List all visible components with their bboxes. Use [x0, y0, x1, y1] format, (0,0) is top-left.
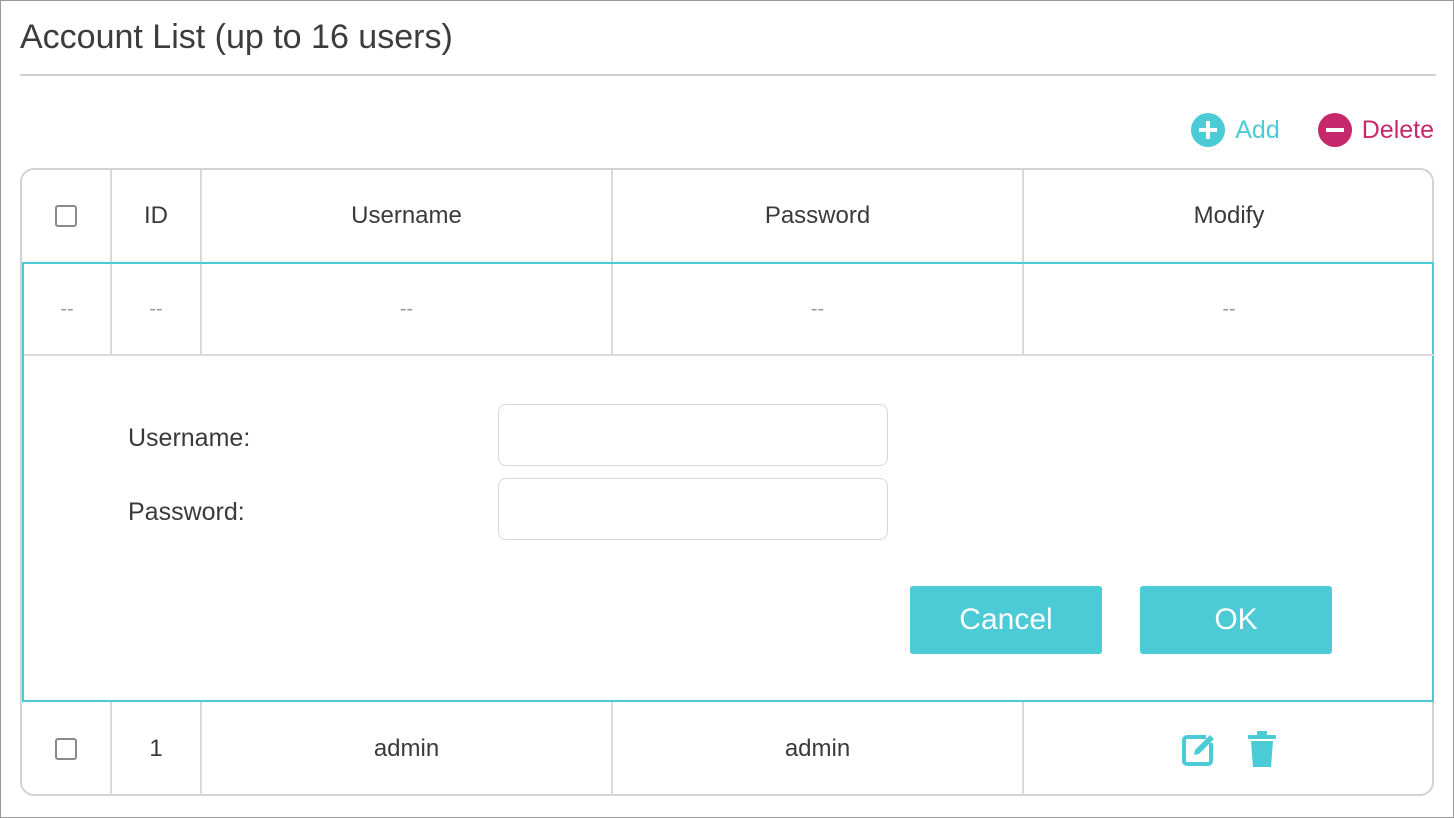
header-username: Username — [351, 202, 462, 229]
account-table: ID Username Password Modify -- -- -- -- … — [20, 168, 1434, 796]
row-modify — [1024, 702, 1434, 796]
placeholder-username: -- — [399, 297, 414, 320]
row-username: admin — [373, 735, 440, 762]
header-id: ID — [144, 202, 168, 229]
placeholder-password: -- — [810, 297, 825, 320]
select-all-checkbox[interactable] — [55, 205, 77, 227]
placeholder-id: -- — [149, 297, 163, 320]
placeholder-check: -- — [60, 297, 74, 320]
placeholder-modify: -- — [1222, 297, 1236, 320]
header-password: Password — [764, 202, 871, 229]
title-divider — [20, 74, 1436, 76]
trash-icon[interactable] — [1248, 731, 1276, 767]
add-label: Add — [1235, 115, 1280, 144]
add-button[interactable]: Add — [1191, 113, 1280, 147]
page-title: Account List (up to 16 users) — [20, 18, 453, 56]
cancel-button[interactable]: Cancel — [910, 586, 1102, 654]
ok-button[interactable]: OK — [1140, 586, 1332, 654]
table-toolbar: Add Delete — [1191, 113, 1434, 147]
row-checkbox[interactable] — [55, 738, 77, 760]
plus-circle-icon — [1191, 113, 1226, 147]
row-id: 1 — [149, 735, 163, 762]
delete-label: Delete — [1361, 115, 1434, 144]
username-input[interactable] — [498, 404, 888, 466]
delete-button[interactable]: Delete — [1317, 113, 1434, 147]
password-input[interactable] — [498, 478, 888, 540]
password-label: Password: — [128, 498, 245, 526]
new-account-panel: -- -- -- -- -- Username: Password: Cance… — [22, 262, 1434, 702]
edit-icon[interactable] — [1182, 731, 1218, 767]
row-password: admin — [784, 735, 851, 762]
select-all-cell — [22, 170, 110, 262]
header-modify: Modify — [1193, 202, 1265, 229]
username-label: Username: — [128, 424, 251, 452]
table-row-checkbox-cell — [22, 702, 110, 796]
row-divider — [24, 354, 1434, 356]
minus-circle-icon — [1317, 113, 1352, 147]
